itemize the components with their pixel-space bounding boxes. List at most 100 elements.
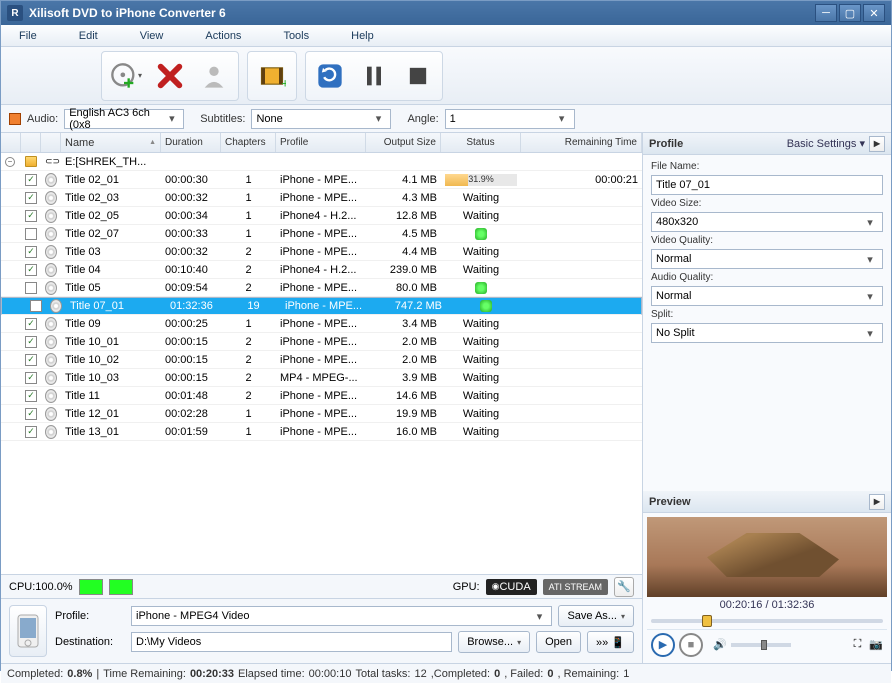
- row-name: Title 10_03: [61, 372, 161, 384]
- table-row[interactable]: Title 0500:09:542iPhone - MPE...80.0 MB: [1, 279, 642, 297]
- row-checkbox[interactable]: [25, 228, 37, 240]
- cpu-label: CPU:100.0%: [9, 581, 73, 593]
- settings-button[interactable]: 🔧: [614, 577, 634, 597]
- audioquality-label: Audio Quality:: [651, 272, 883, 283]
- add-disc-button[interactable]: ▾: [106, 56, 146, 96]
- pause-button[interactable]: [354, 56, 394, 96]
- row-checkbox[interactable]: ✓: [25, 174, 37, 186]
- preview-timeline[interactable]: [647, 613, 887, 629]
- delete-button[interactable]: [150, 56, 190, 96]
- row-chapters: 2: [221, 246, 276, 258]
- maximize-button[interactable]: ▢: [839, 4, 861, 22]
- row-profile: iPhone - MPE...: [276, 174, 366, 186]
- row-chapters: 1: [221, 408, 276, 420]
- col-name[interactable]: Name▲: [61, 133, 161, 152]
- volume-slider[interactable]: [731, 643, 791, 647]
- table-row[interactable]: ✓Title 10_0300:00:152MP4 - MPEG-...3.9 M…: [1, 369, 642, 387]
- audio-select[interactable]: English AC3 6ch (0x8▾: [64, 109, 184, 129]
- menu-edit[interactable]: Edit: [73, 28, 104, 44]
- stop-preview-button[interactable]: ■: [679, 633, 703, 657]
- col-status[interactable]: Status: [441, 133, 521, 152]
- row-chapters: 1: [221, 426, 276, 438]
- audioquality-select[interactable]: Normal▾: [651, 286, 883, 306]
- row-checkbox[interactable]: ✓: [25, 318, 37, 330]
- convert-button[interactable]: [310, 56, 350, 96]
- menu-view[interactable]: View: [134, 28, 170, 44]
- stop-button[interactable]: [398, 56, 438, 96]
- open-button[interactable]: Open: [536, 631, 581, 653]
- table-row[interactable]: ✓Title 1100:01:482iPhone - MPE...14.6 MB…: [1, 387, 642, 405]
- menu-actions[interactable]: Actions: [199, 28, 247, 44]
- table-row[interactable]: ✓Title 02_0500:00:341iPhone4 - H.2...12.…: [1, 207, 642, 225]
- saveas-button[interactable]: Save As...▾: [558, 605, 634, 627]
- row-checkbox[interactable]: [25, 282, 37, 294]
- row-checkbox[interactable]: ✓: [25, 354, 37, 366]
- menu-help[interactable]: Help: [345, 28, 380, 44]
- col-output[interactable]: Output Size: [366, 133, 441, 152]
- row-name: Title 02_01: [61, 174, 161, 186]
- menu-file[interactable]: File: [13, 28, 43, 44]
- basic-settings-link[interactable]: Basic Settings ▾: [787, 137, 865, 150]
- table-row[interactable]: ✓Title 0400:10:402iPhone4 - H.2...239.0 …: [1, 261, 642, 279]
- row-checkbox[interactable]: ✓: [25, 264, 37, 276]
- source-row[interactable]: − ⊂⊃ E:[SHREK_TH...: [1, 153, 642, 171]
- row-chapters: 1: [221, 192, 276, 204]
- row-duration: 00:01:59: [161, 426, 221, 438]
- fullscreen-button[interactable]: ⛶: [854, 638, 862, 651]
- select-all-checkbox[interactable]: [9, 113, 21, 125]
- angle-select[interactable]: 1▾: [445, 109, 575, 129]
- col-duration[interactable]: Duration: [161, 133, 221, 152]
- row-checkbox[interactable]: ✓: [25, 372, 37, 384]
- profile-expand-button[interactable]: ▶: [869, 136, 885, 152]
- row-checkbox[interactable]: ✓: [25, 426, 37, 438]
- row-checkbox[interactable]: ✓: [25, 210, 37, 222]
- row-checkbox[interactable]: ✓: [25, 390, 37, 402]
- audio-label: Audio:: [27, 113, 58, 125]
- volume-icon[interactable]: 🔊: [713, 638, 727, 651]
- row-checkbox[interactable]: [30, 300, 42, 312]
- preview-canvas[interactable]: [647, 517, 887, 597]
- row-checkbox[interactable]: ✓: [25, 246, 37, 258]
- snapshot-button[interactable]: 📷: [869, 638, 883, 651]
- menu-tools[interactable]: Tools: [277, 28, 315, 44]
- row-checkbox[interactable]: ✓: [25, 192, 37, 204]
- timeline-thumb[interactable]: [702, 615, 712, 627]
- table-row[interactable]: ✓Title 12_0100:02:281iPhone - MPE...19.9…: [1, 405, 642, 423]
- grid-body[interactable]: − ⊂⊃ E:[SHREK_TH... ✓Title 02_0100:00:30…: [1, 153, 642, 574]
- split-select[interactable]: No Split▾: [651, 323, 883, 343]
- profile-select[interactable]: iPhone - MPEG4 Video▾: [131, 606, 552, 626]
- table-row[interactable]: ✓Title 10_0200:00:152iPhone - MPE...2.0 …: [1, 351, 642, 369]
- videosize-select[interactable]: 480x320▾: [651, 212, 883, 232]
- destination-input[interactable]: D:\My Videos: [131, 632, 452, 652]
- close-button[interactable]: ✕: [863, 4, 885, 22]
- row-checkbox[interactable]: ✓: [25, 336, 37, 348]
- user-button[interactable]: [194, 56, 234, 96]
- col-remaining[interactable]: Remaining Time: [521, 133, 642, 152]
- table-row[interactable]: ✓Title 02_0100:00:301iPhone - MPE...4.1 …: [1, 171, 642, 189]
- table-row[interactable]: Title 02_0700:00:331iPhone - MPE...4.5 M…: [1, 225, 642, 243]
- filename-input[interactable]: Title 07_01: [651, 175, 883, 195]
- table-row[interactable]: ✓Title 10_0100:00:152iPhone - MPE...2.0 …: [1, 333, 642, 351]
- preview-expand-button[interactable]: ▶: [869, 494, 885, 510]
- browse-button[interactable]: Browse...▾: [458, 631, 530, 653]
- subtitles-select[interactable]: None▾: [251, 109, 391, 129]
- cpu-meter-icon: [109, 579, 133, 595]
- row-profile: iPhone - MPE...: [276, 318, 366, 330]
- table-row[interactable]: Title 07_0101:32:3619iPhone - MPE...747.…: [1, 297, 642, 315]
- table-row[interactable]: ✓Title 0900:00:251iPhone - MPE...3.4 MBW…: [1, 315, 642, 333]
- row-profile: iPhone - MPE...: [276, 246, 366, 258]
- minimize-button[interactable]: ─: [815, 4, 837, 22]
- clip-button[interactable]: +: [252, 56, 292, 96]
- col-chapters[interactable]: Chapters: [221, 133, 276, 152]
- play-button[interactable]: ▶: [651, 633, 675, 657]
- collapse-icon[interactable]: −: [5, 157, 15, 167]
- table-row[interactable]: ✓Title 13_0100:01:591iPhone - MPE...16.0…: [1, 423, 642, 441]
- row-chapters: 2: [221, 282, 276, 294]
- table-row[interactable]: ✓Title 0300:00:322iPhone - MPE...4.4 MBW…: [1, 243, 642, 261]
- table-row[interactable]: ✓Title 02_0300:00:321iPhone - MPE...4.3 …: [1, 189, 642, 207]
- cpu-meter-icon: [79, 579, 103, 595]
- videoquality-select[interactable]: Normal▾: [651, 249, 883, 269]
- row-checkbox[interactable]: ✓: [25, 408, 37, 420]
- transfer-button[interactable]: »» 📱: [587, 631, 634, 653]
- col-profile[interactable]: Profile: [276, 133, 366, 152]
